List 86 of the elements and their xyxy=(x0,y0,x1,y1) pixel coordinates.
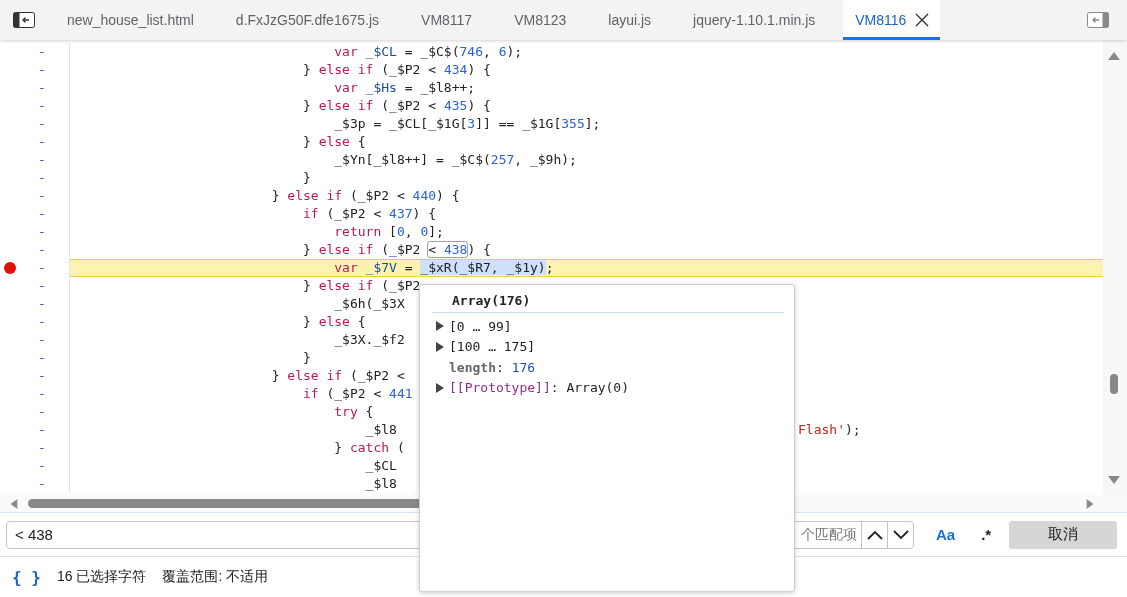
line-marker: - xyxy=(38,350,46,366)
selection-info: 16 已选择字符 xyxy=(56,568,147,586)
code-line: } xyxy=(303,350,311,366)
line-marker: - xyxy=(38,152,46,168)
line-marker: - xyxy=(38,242,46,258)
line-marker: - xyxy=(38,206,46,222)
line-marker: - xyxy=(38,440,46,456)
line-marker: - xyxy=(38,332,46,348)
code-line: _$3X._$f2 xyxy=(334,332,405,348)
code-line: } else if (_$P2 xyxy=(303,278,421,294)
line-marker: - xyxy=(38,296,46,312)
code-line: } xyxy=(303,170,311,186)
scroll-thumb[interactable] xyxy=(1110,374,1118,394)
code-line: } else { xyxy=(303,134,366,150)
line-marker: - xyxy=(38,476,46,492)
cancel-button[interactable]: 取消 xyxy=(1009,520,1117,549)
file-tab[interactable]: VM8123 xyxy=(500,0,581,40)
regex-toggle[interactable]: .* xyxy=(977,524,996,545)
code-line: if (_$P2 < 437) { xyxy=(303,206,437,222)
pretty-print-button[interactable]: { } xyxy=(12,567,41,587)
scroll-right-arrow-icon[interactable] xyxy=(1086,499,1094,509)
expand-triangle-icon[interactable] xyxy=(436,321,444,332)
file-tab[interactable]: new_house_list.html xyxy=(53,0,208,40)
line-marker: - xyxy=(38,314,46,330)
line-marker: - xyxy=(38,62,46,78)
file-tab[interactable]: VM8116 xyxy=(843,0,941,40)
chevron-up-icon[interactable] xyxy=(866,529,883,540)
code-line: _$3p = _$CL[_$1G[3]] == _$1G[355]; xyxy=(334,116,601,132)
code-line: var _$Hs = _$l8++; xyxy=(334,80,476,96)
panel-toggle-icon[interactable] xyxy=(1087,12,1109,28)
array-range[interactable]: [0 … 99] xyxy=(449,318,512,334)
line-marker: - xyxy=(38,134,46,150)
code-line: _$CL xyxy=(365,458,397,474)
code-line: _$l8 xyxy=(365,422,397,438)
line-marker: - xyxy=(38,116,46,132)
line-marker: - xyxy=(38,188,46,204)
scroll-left-arrow-icon[interactable] xyxy=(10,499,18,509)
line-marker: - xyxy=(38,98,46,114)
property-entry: length: 176 xyxy=(449,359,536,375)
line-marker: - xyxy=(38,170,46,186)
code-line: } else if (_$P2 < 440) { xyxy=(271,188,460,204)
line-marker: - xyxy=(38,260,46,276)
file-tab[interactable]: VM8117 xyxy=(407,0,487,40)
file-tab[interactable]: d.FxJzG50F.dfe1675.js xyxy=(221,0,394,40)
line-marker: - xyxy=(38,422,46,438)
code-line: _$6h(_$3X xyxy=(334,296,405,312)
search-input[interactable]: < 438 xyxy=(7,522,801,547)
file-tab[interactable]: jquery-1.10.1.min.js xyxy=(679,0,830,40)
breakpoint-icon[interactable] xyxy=(4,262,16,274)
line-marker: - xyxy=(38,386,46,402)
file-tab[interactable]: layui.js xyxy=(594,0,666,40)
scroll-up-arrow-icon[interactable] xyxy=(1108,52,1120,60)
expand-triangle-icon[interactable] xyxy=(436,341,444,352)
line-marker: - xyxy=(38,278,46,294)
vertical-scrollbar[interactable] xyxy=(1103,40,1127,495)
code-line: return [0, 0]; xyxy=(334,224,444,240)
code-line: var _$7V = _$xR(_$R7, _$1y); xyxy=(334,260,554,276)
line-marker: - xyxy=(38,224,46,240)
expand-triangle-icon[interactable] xyxy=(436,382,444,393)
code-fragment: Flash'); xyxy=(798,422,861,438)
code-line: } catch ( xyxy=(334,440,405,456)
array-range[interactable]: [100 … 175] xyxy=(449,339,536,355)
line-marker: - xyxy=(38,80,46,96)
code-line: } else if (_$P2 < 435) { xyxy=(303,98,491,114)
sidebar-toggle-icon[interactable] xyxy=(13,12,35,28)
close-icon[interactable] xyxy=(914,12,931,28)
line-marker: - xyxy=(38,404,46,420)
popover-title: Array(176) xyxy=(451,292,532,310)
coverage-info: 覆盖范围: 不适用 xyxy=(162,568,269,586)
chevron-down-icon[interactable] xyxy=(892,529,909,540)
line-marker: - xyxy=(38,44,46,60)
code-line: _$Yn[_$l8++] = _$C$(257, _$9h); xyxy=(334,152,577,168)
code-line: } else if (_$P2 < 434) { xyxy=(303,62,491,78)
prototype-entry[interactable]: [[Prototype]]: Array(0) xyxy=(449,380,630,396)
scroll-down-arrow-icon[interactable] xyxy=(1108,476,1120,484)
line-marker: - xyxy=(38,458,46,474)
code-line: if (_$P2 < 441 xyxy=(303,386,413,402)
code-line: var _$CL = _$C$(746, 6); xyxy=(334,44,523,60)
code-line: } else if (_$P2 < xyxy=(271,368,405,384)
code-line: } else if (_$P2 < 438) { xyxy=(303,242,491,258)
code-line: } else { xyxy=(303,314,366,330)
code-line: try { xyxy=(334,404,374,420)
match-count: 个匹配项 xyxy=(801,525,858,544)
line-marker: - xyxy=(38,368,46,384)
match-case-toggle[interactable]: Aa xyxy=(932,524,960,545)
code-line: _$l8 xyxy=(365,476,397,492)
